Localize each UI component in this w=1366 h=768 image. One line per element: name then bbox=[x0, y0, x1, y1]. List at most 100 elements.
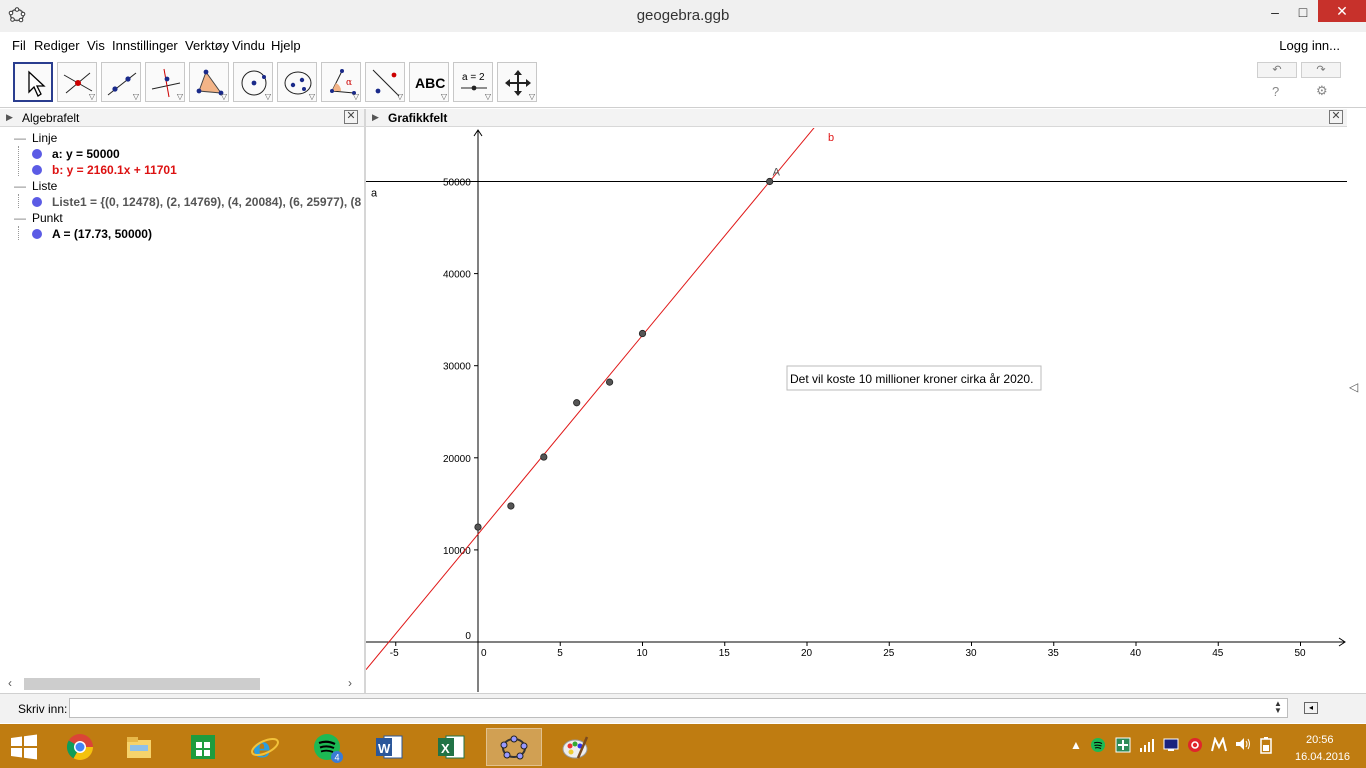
gear-icon[interactable]: ⚙ bbox=[1316, 83, 1328, 99]
tree-connector bbox=[18, 146, 19, 176]
windows-start-icon[interactable] bbox=[8, 734, 40, 760]
taskbar-geogebra[interactable] bbox=[486, 728, 542, 766]
scroll-right-icon[interactable]: › bbox=[348, 676, 352, 690]
file-explorer-icon bbox=[127, 737, 151, 758]
help-icon[interactable]: ? bbox=[1272, 84, 1279, 99]
side-panel-handle-icon[interactable]: ◁ bbox=[1349, 380, 1358, 394]
volume-icon[interactable] bbox=[1234, 736, 1252, 755]
menu-bar: Fil Rediger Vis Innstillinger Verktøy Vi… bbox=[0, 33, 1366, 57]
redo-button[interactable]: ↷ bbox=[1301, 62, 1341, 78]
algebra-view: — Linje a: y = 50000 b: y = 2160.1x + 117… bbox=[0, 128, 364, 676]
menu-vindu[interactable]: Vindu bbox=[232, 38, 265, 53]
close-button[interactable]: ✕ bbox=[1318, 0, 1366, 22]
x-tick-label: 25 bbox=[883, 648, 895, 659]
taskbar-chrome[interactable] bbox=[53, 728, 109, 766]
collapse-icon[interactable]: — bbox=[14, 211, 26, 225]
close-graphics-icon[interactable]: ✕ bbox=[1329, 110, 1343, 124]
menu-innstillinger[interactable]: Innstillinger bbox=[112, 38, 178, 53]
menu-rediger[interactable]: Rediger bbox=[34, 38, 80, 53]
visibility-toggle-icon[interactable] bbox=[32, 229, 42, 239]
taskbar-spotify[interactable]: 4 bbox=[300, 728, 356, 766]
perpendicular-tool-button[interactable]: ▽ bbox=[145, 62, 185, 102]
algebra-item[interactable]: Liste1 = {(0, 12478), (2, 14769), (4, 20… bbox=[32, 195, 361, 209]
tool-menu-triangle: ▽ bbox=[176, 92, 183, 101]
conic-tool-button[interactable]: ▽ bbox=[277, 62, 317, 102]
point-tool-button[interactable]: ▽ bbox=[57, 62, 97, 102]
tool-menu-triangle: ▽ bbox=[528, 92, 535, 101]
visibility-toggle-icon[interactable] bbox=[32, 149, 42, 159]
minimize-button[interactable]: ‒ bbox=[1260, 0, 1290, 26]
login-link[interactable]: Logg inn... bbox=[1279, 38, 1340, 53]
show-hidden-icons-icon[interactable]: ▲ bbox=[1070, 738, 1082, 752]
battery-icon[interactable] bbox=[1258, 736, 1274, 757]
visibility-toggle-icon[interactable] bbox=[32, 197, 42, 207]
undo-button[interactable]: ↶ bbox=[1257, 62, 1297, 78]
keyboard-toggle-icon[interactable]: ◂ bbox=[1304, 702, 1318, 714]
y-tick-label: 50000 bbox=[443, 178, 471, 189]
taskbar-word[interactable]: W bbox=[362, 728, 418, 766]
circle-tool-button[interactable]: ▽ bbox=[233, 62, 273, 102]
algebra-item[interactable]: a: y = 50000 bbox=[32, 147, 120, 161]
spotify-tray-icon[interactable] bbox=[1090, 737, 1106, 756]
graphics-header: ▶ Grafikkfelt ✕ bbox=[366, 109, 1347, 127]
algebra-horizontal-scrollbar[interactable]: ‹ › bbox=[0, 676, 364, 692]
x-tick-label: 15 bbox=[719, 648, 731, 659]
algebra-title: Algebrafelt bbox=[22, 111, 80, 125]
slider-tool-button[interactable]: a = 2 ▽ bbox=[453, 62, 493, 102]
drivers-tray-icon[interactable] bbox=[1210, 736, 1228, 756]
polygon-tool-button[interactable]: ▽ bbox=[189, 62, 229, 102]
taskbar-paint[interactable] bbox=[548, 728, 604, 766]
taskbar-internet-explorer[interactable]: e bbox=[238, 728, 294, 766]
visibility-toggle-icon[interactable] bbox=[32, 165, 42, 175]
line-tool-button[interactable]: ▽ bbox=[101, 62, 141, 102]
tool-menu-triangle: ▽ bbox=[132, 92, 139, 101]
store-icon bbox=[191, 735, 215, 759]
category-linje[interactable]: — Linje bbox=[14, 131, 57, 145]
svg-text:W: W bbox=[378, 741, 391, 756]
angle-tool-button[interactable]: α ▽ bbox=[321, 62, 361, 102]
text-tool-button[interactable]: ABC ▽ bbox=[409, 62, 449, 102]
menu-hjelp[interactable]: Hjelp bbox=[271, 38, 301, 53]
list-point bbox=[573, 399, 581, 407]
clock-time[interactable]: 20:56 bbox=[1306, 734, 1334, 746]
menu-vis[interactable]: Vis bbox=[87, 38, 105, 53]
line-b-label: b bbox=[828, 132, 834, 144]
taskbar-file-explorer[interactable] bbox=[112, 728, 168, 766]
scrollbar-thumb[interactable] bbox=[24, 678, 260, 690]
line-a-label: a bbox=[371, 188, 378, 200]
plot-canvas[interactable]: -5 0 5 10 15 20 25 30 35 40 45 50010000200003000040… bbox=[366, 128, 1347, 692]
list-point bbox=[507, 502, 515, 510]
graphics-view[interactable]: -5 0 5 10 15 20 25 30 35 40 45 50 0 10000 20000 30000 40… bbox=[366, 128, 1347, 692]
command-input[interactable] bbox=[69, 698, 1288, 718]
maximize-button[interactable]: □ bbox=[1288, 0, 1318, 26]
algebra-item[interactable]: A = (17.73, 50000) bbox=[32, 227, 152, 241]
collapse-arrow-icon[interactable]: ▶ bbox=[372, 112, 379, 123]
collapse-arrow-icon[interactable]: ▶ bbox=[6, 112, 13, 123]
taskbar-excel[interactable]: X bbox=[424, 728, 480, 766]
collapse-icon[interactable]: — bbox=[14, 131, 26, 145]
beats-audio-icon[interactable] bbox=[1187, 737, 1203, 756]
network-signal-icon[interactable] bbox=[1139, 737, 1155, 756]
list-point bbox=[606, 378, 614, 386]
x-tick-label: 35 bbox=[1048, 648, 1060, 659]
geogebra-icon bbox=[500, 735, 528, 760]
move-tool-button[interactable] bbox=[13, 62, 53, 102]
list-point bbox=[638, 329, 647, 338]
close-algebra-icon[interactable]: ✕ bbox=[344, 110, 358, 124]
menu-verktoy[interactable]: Verktøy bbox=[185, 38, 229, 53]
security-tray-icon[interactable] bbox=[1115, 737, 1131, 756]
reflect-tool-button[interactable]: ▽ bbox=[365, 62, 405, 102]
display-tray-icon[interactable] bbox=[1163, 737, 1181, 756]
move-graphics-tool-button[interactable]: ▽ bbox=[497, 62, 537, 102]
algebra-item[interactable]: b: y = 2160.1x + 11701 bbox=[32, 163, 177, 177]
point-A-label: A bbox=[773, 167, 781, 179]
collapse-icon[interactable]: — bbox=[14, 179, 26, 193]
scroll-left-icon[interactable]: ‹ bbox=[8, 676, 12, 690]
category-liste[interactable]: — Liste bbox=[14, 179, 57, 193]
history-updown-icon[interactable]: ▲ ▼ bbox=[1274, 700, 1282, 715]
category-punkt[interactable]: — Punkt bbox=[14, 211, 63, 225]
textbox-text: Det vil koste 10 millioner kroner cirka … bbox=[790, 372, 1033, 386]
clock-date[interactable]: 16.04.2016 bbox=[1295, 751, 1350, 763]
taskbar-store[interactable] bbox=[176, 728, 232, 766]
menu-fil[interactable]: Fil bbox=[12, 38, 26, 53]
